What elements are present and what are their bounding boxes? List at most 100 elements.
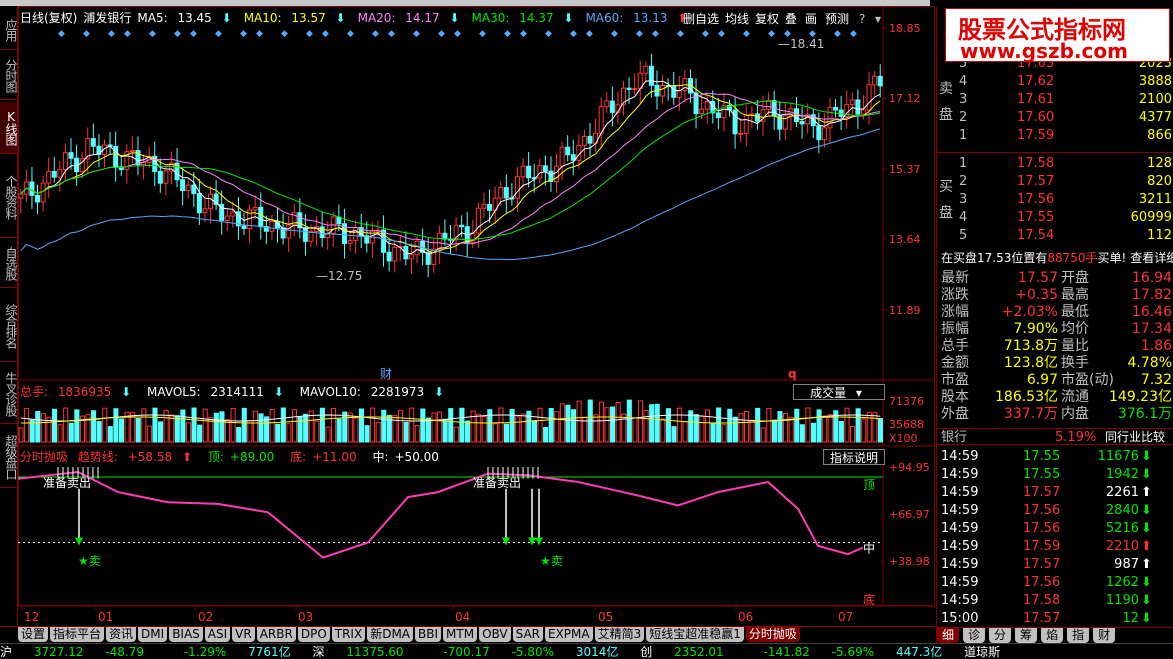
indicator-panel-header: 分时抛吸 趋势线: +58.58 ⬆ 顶: +89.00 底: +11.00 中: +…: [20, 450, 439, 464]
ma-legend: MA5: 13.45 ⬇ MA10: 13.57 ⬇ MA20: 14.17 ⬇ MA…: [137, 11, 699, 25]
mavol5-value: 2314111: [210, 385, 264, 399]
stat-row-8: 外盘 337.7万 内盘 376.1万: [937, 406, 1173, 423]
trend-label: 趋势线:: [77, 450, 118, 464]
low-price-label: —12.75: [316, 269, 362, 283]
help-icon[interactable]: ?: [856, 10, 868, 28]
volume-total: 1836935: [57, 385, 112, 399]
buy-level-1[interactable]: 1 17.58 128: [937, 155, 1173, 172]
chart-canvas[interactable]: 18.85 17.12 15.37 13.64 11.89 —18.41 —12.75 ◆ ◆ ◆…: [18, 6, 935, 626]
level-num: 1: [959, 128, 968, 143]
buy-level-4[interactable]: 4 17.55 60999: [937, 209, 1173, 226]
indicator-tab-10[interactable]: 新DMA: [367, 627, 414, 642]
indicator-tab-6[interactable]: VR: [232, 627, 255, 642]
indicator-tab-2[interactable]: 资讯: [106, 627, 137, 642]
top-label: 顶:: [207, 450, 224, 464]
left-tab-0[interactable]: 应用: [0, 10, 18, 50]
buy-level-2[interactable]: 2 17.57 820: [937, 173, 1173, 190]
right-tab-4[interactable]: 焰: [1041, 628, 1064, 643]
signal-sell: ★卖: [78, 554, 101, 568]
indicator-tab-18[interactable]: 分时抛吸: [745, 627, 800, 642]
stat-label: 最低: [1061, 304, 1089, 320]
stat-value: +2.03%: [1001, 304, 1058, 320]
level-price: 17.56: [1017, 192, 1055, 207]
indicator-tab-0[interactable]: 设置: [18, 627, 49, 642]
sell-arrow-icon: [535, 537, 543, 546]
indicator-tab-16[interactable]: 艾精简3: [594, 627, 645, 642]
cy-label: 创: [640, 645, 653, 659]
stat-value: +0.35: [1015, 287, 1058, 303]
signal-diamond-icon: ◆: [586, 29, 593, 39]
right-tab-3[interactable]: 筹: [1015, 628, 1038, 643]
ma-legend-value: 14.37: [515, 11, 554, 25]
indicator-tab-9[interactable]: TRIX: [331, 627, 366, 642]
tick-row: 14:59 17.57 2261 ⬆: [937, 484, 1173, 501]
indicator-tab-5[interactable]: ASI: [204, 627, 231, 642]
ma-legend-name: MA10:: [243, 11, 282, 25]
right-tab-2[interactable]: 分: [989, 628, 1012, 643]
indicator-tab-8[interactable]: DPO: [297, 627, 330, 642]
level-price: 17.60: [1017, 110, 1055, 125]
left-tab-3[interactable]: 个股资料: [0, 156, 18, 238]
right-tab-0[interactable]: 细: [937, 628, 960, 643]
right-tab-6[interactable]: 财: [1093, 628, 1116, 643]
sell-level-1[interactable]: 1 17.59 866: [937, 127, 1173, 144]
toolbar-btn-3[interactable]: 叠: [782, 10, 800, 28]
left-tab-4[interactable]: 自选股: [0, 240, 18, 288]
kline-chart-area[interactable]: 18.85 17.12 15.37 13.64 11.89 —18.41 —12.75 ◆ ◆ ◆…: [18, 6, 935, 626]
indicator-tab-17[interactable]: 短线宝超准稳赢1: [646, 627, 744, 642]
mavol5-label: MAVOL5:: [147, 385, 201, 399]
indicator-tab-4[interactable]: BIAS: [169, 627, 203, 642]
left-tab-6[interactable]: 牛叉诊股: [0, 364, 18, 424]
indicator-tab-12[interactable]: MTM: [443, 627, 478, 642]
indicator-tab-3[interactable]: DMI: [138, 627, 168, 642]
sh-pct: -1.29%: [183, 645, 227, 659]
toolbar-btn-5[interactable]: 预测: [822, 10, 852, 28]
sell-level-3[interactable]: 3 17.61 2100: [937, 91, 1173, 108]
note-detail-link[interactable]: 查看详细: [1130, 251, 1173, 265]
ma-legend-name: MA20:: [357, 11, 396, 25]
dj-amount: 447.3亿: [895, 645, 943, 659]
sector-row[interactable]: 银行 5.19% 同行业比较: [937, 428, 1173, 445]
signal-diamond-icon: ◆: [347, 29, 354, 39]
indicator-tab-15[interactable]: EXPMA: [545, 627, 593, 642]
sell-arrow-icon: [502, 537, 510, 546]
tick-time: 14:59: [941, 593, 979, 608]
stat-label: 涨跌: [941, 287, 969, 303]
cy-amount: 3014亿: [575, 645, 619, 659]
left-tab-5[interactable]: 综合排名: [0, 290, 18, 362]
indicator-tab-11[interactable]: BBI: [415, 627, 442, 642]
right-tab-5[interactable]: 指: [1067, 628, 1090, 643]
indicator-tab-13[interactable]: OBV: [479, 627, 511, 642]
sz-pct: -5.80%: [511, 645, 555, 659]
stat-label: 开盘: [1061, 270, 1089, 286]
buy-level-5[interactable]: 5 17.54 112: [937, 227, 1173, 244]
arrow-down-icon: ⬇: [1141, 593, 1152, 608]
left-tab-2[interactable]: K线图: [0, 102, 18, 154]
toolbar-btn-2[interactable]: 复权: [752, 10, 782, 28]
indicator-help-button[interactable]: 指标说明: [823, 449, 885, 465]
watermark-line2: www.gszb.com: [960, 39, 1128, 63]
chevron-down-icon[interactable]: ▾: [872, 10, 884, 28]
stat-label: 量比: [1061, 338, 1089, 354]
left-tab-1[interactable]: 分时图: [0, 52, 18, 100]
sector-compare-link[interactable]: 同行业比较: [1105, 429, 1165, 446]
indicator-tab-7[interactable]: ARBR: [256, 627, 296, 642]
signal-diamond-icon: ◆: [108, 29, 115, 39]
ma-legend-0: MA5: 13.45 ⬇: [137, 11, 237, 25]
big-order-note[interactable]: 在买盘17.53位置有88750手买单! 查看详细: [937, 250, 1173, 267]
right-tab-1[interactable]: 诊: [963, 628, 986, 643]
toolbar-btn-1[interactable]: 均线: [722, 10, 752, 28]
price-y-tick: 18.85: [889, 22, 921, 35]
indicator-tab-14[interactable]: SAR: [512, 627, 543, 642]
stat-label: 市盈(动): [1061, 372, 1114, 388]
tick-volume: 2840: [1105, 503, 1139, 518]
indicator-tab-1[interactable]: 指标平台: [50, 627, 105, 642]
sell-level-4[interactable]: 4 17.62 3888: [937, 73, 1173, 90]
level-num: 3: [959, 192, 968, 207]
left-tab-7[interactable]: 超级盘口: [0, 426, 18, 488]
buy-level-3[interactable]: 3 17.56 3211: [937, 191, 1173, 208]
toolbar-btn-4[interactable]: 画: [802, 10, 820, 28]
sell-level-2[interactable]: 2 17.60 4377: [937, 109, 1173, 126]
toolbar-btn-0[interactable]: 删自选: [680, 10, 722, 28]
volume-indicator-select[interactable]: 成交量 ▾: [793, 384, 885, 400]
